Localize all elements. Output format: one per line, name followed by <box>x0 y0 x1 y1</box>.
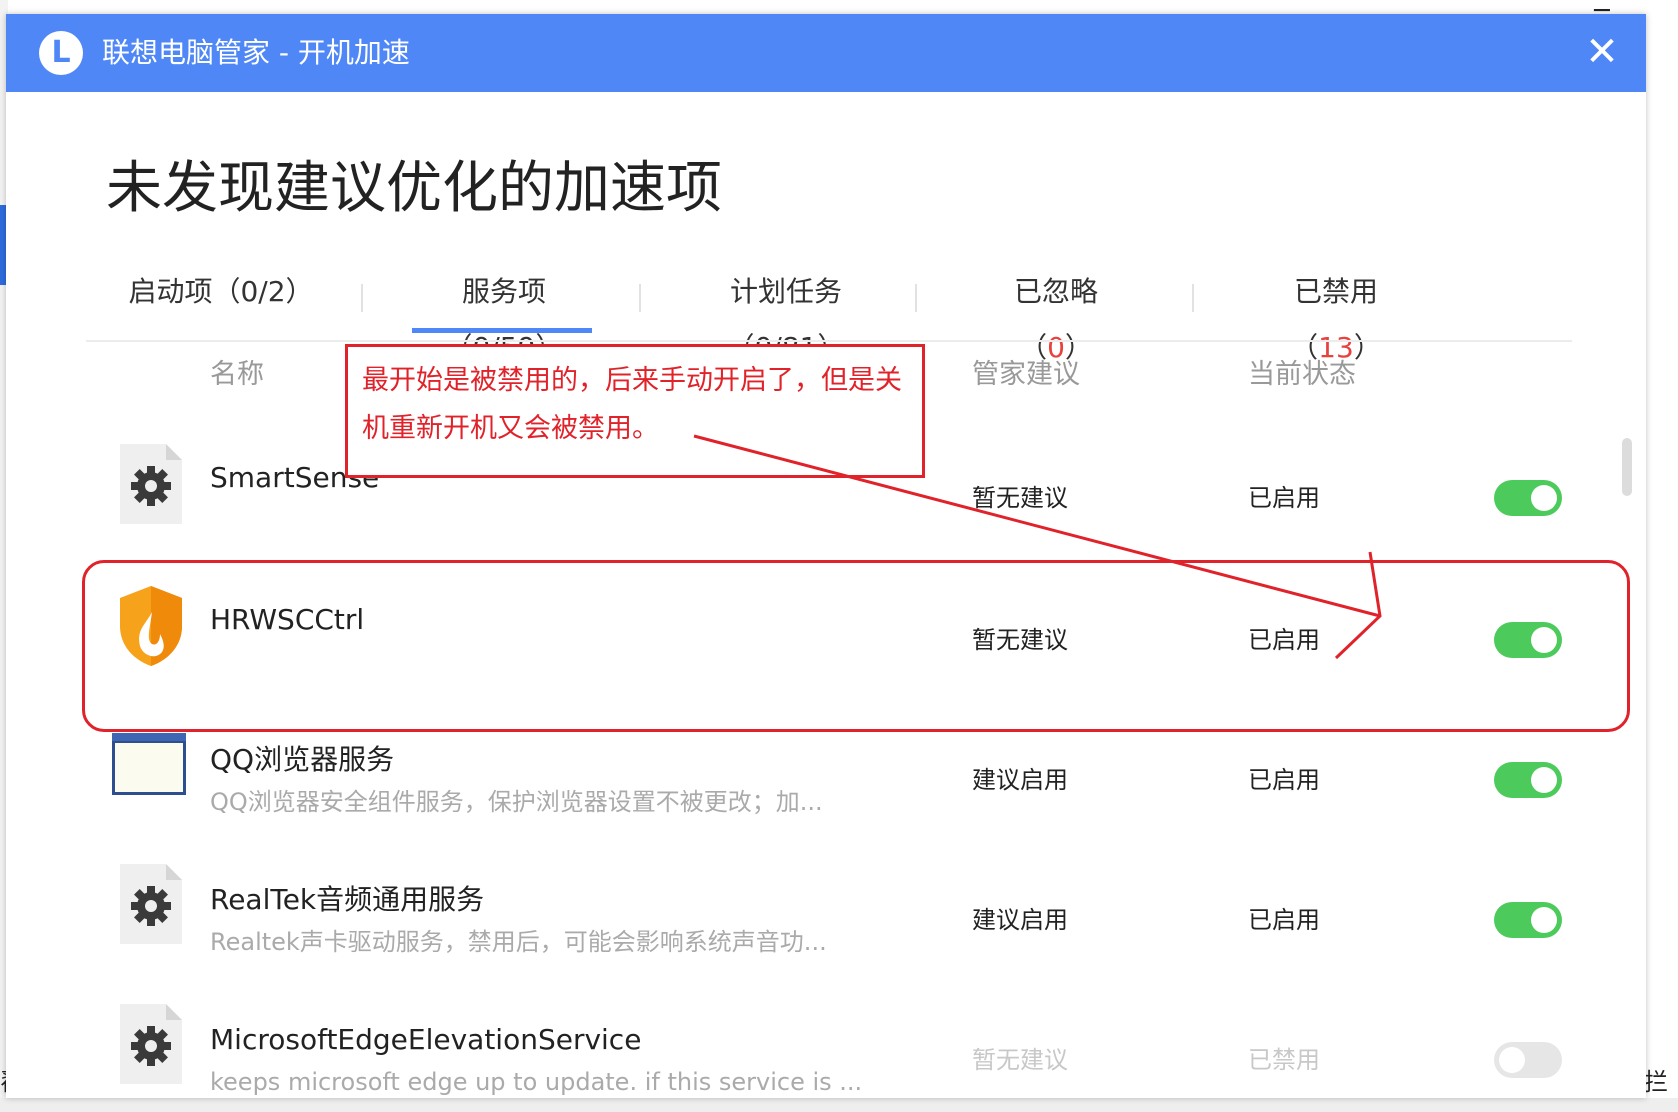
background-bottom <box>0 1098 1678 1112</box>
background-text-right: 拦 <box>1644 1068 1668 1096</box>
background-strip-right <box>1646 0 1678 1112</box>
annotation-arrow <box>693 434 1382 660</box>
boot-acceleration-window: L 联想电脑管家 - 开机加速 ✕ 未发现建议优化的加速项 启动项（0/2） 服… <box>6 14 1646 1098</box>
